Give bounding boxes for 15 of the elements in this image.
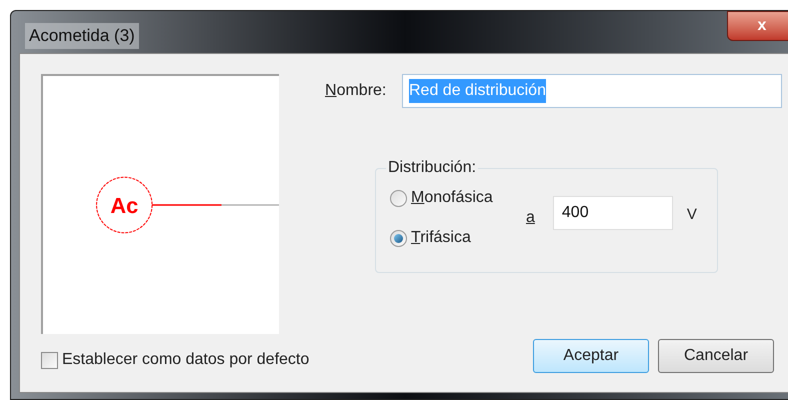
checkbox-label: Establecer como datos por defecto xyxy=(62,350,310,370)
radio-button[interactable] xyxy=(390,230,407,246)
group-legend: Distribución: xyxy=(386,156,478,180)
name-label: Nombre: xyxy=(324,81,388,101)
checkbox[interactable] xyxy=(41,352,58,368)
connection-symbol-drawing: Ac xyxy=(43,175,279,235)
radio-label: Trifásica xyxy=(411,228,471,248)
cancel-button[interactable]: Cancelar xyxy=(658,339,774,373)
voltage-input-field[interactable]: 400 xyxy=(552,196,673,230)
radio-button[interactable] xyxy=(390,190,407,206)
radio-label: Monofásica xyxy=(411,188,493,208)
unit-label: V xyxy=(686,204,697,225)
voltage-label: a xyxy=(526,208,535,228)
accept-button[interactable]: Aceptar xyxy=(533,339,649,373)
window-title: Acometida (3) xyxy=(25,23,139,48)
